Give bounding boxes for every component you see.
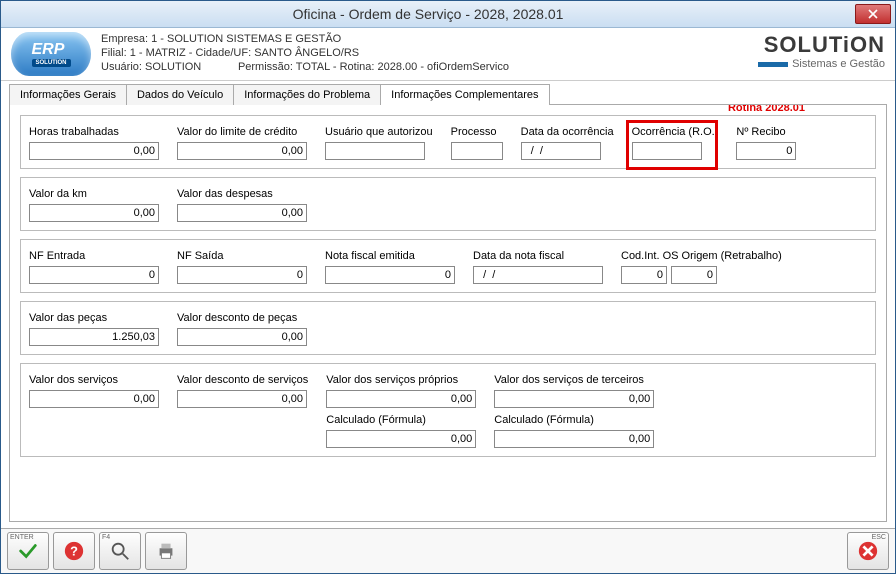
valor-servicos-input[interactable] (29, 390, 159, 408)
help-icon: ? (63, 540, 85, 562)
help-button[interactable]: ? (53, 532, 95, 570)
serv-terceiros-input[interactable] (494, 390, 654, 408)
close-button[interactable] (855, 4, 891, 24)
rotina-label: Rotina 2028.01 (728, 104, 805, 114)
n-recibo-input[interactable] (736, 142, 796, 160)
print-button[interactable] (145, 532, 187, 570)
valor-despesas-input[interactable] (177, 204, 307, 222)
cancel-icon (857, 540, 879, 562)
group-4: Valor das peças Valor desconto de peças (20, 301, 876, 355)
svg-text:?: ? (70, 544, 78, 559)
nf-emitida-input[interactable] (325, 266, 455, 284)
field-desconto-pecas: Valor desconto de peças (177, 312, 307, 346)
field-valor-pecas: Valor das peças (29, 312, 159, 346)
erp-logo: ERPSOLUTION (11, 32, 91, 76)
solution-logo: SOLUTiON Sistemas e Gestão (758, 32, 885, 70)
close-icon (868, 9, 878, 19)
brand-sub: Sistemas e Gestão (792, 58, 885, 70)
field-nf-emitida: Nota fiscal emitida (325, 250, 455, 284)
header: ERPSOLUTION Empresa: 1 - SOLUTION SISTEM… (1, 28, 895, 81)
tab-info-gerais[interactable]: Informações Gerais (9, 84, 127, 105)
field-data-ocorrencia: Data da ocorrência (521, 126, 614, 160)
window-title: Oficina - Ordem de Serviço - 2028, 2028.… (1, 6, 855, 22)
empresa-line: Empresa: 1 - SOLUTION SISTEMAS E GESTÃO (101, 32, 758, 46)
brand-big: SOLUTiON (758, 32, 885, 58)
group-3: NF Entrada NF Saída Nota fiscal emitida … (20, 239, 876, 293)
nf-saida-input[interactable] (177, 266, 307, 284)
enter-button[interactable]: ENTER (7, 532, 49, 570)
valor-km-input[interactable] (29, 204, 159, 222)
data-nf-input[interactable] (473, 266, 603, 284)
serv-proprios-input[interactable] (326, 390, 476, 408)
titlebar: Oficina - Ordem de Serviço - 2028, 2028.… (1, 1, 895, 28)
codint-os-1-input[interactable] (621, 266, 667, 284)
field-calc-2: Calculado (Fórmula) (494, 414, 654, 448)
field-valor-servicos: Valor dos serviços (29, 374, 159, 408)
limite-credito-input[interactable] (177, 142, 307, 160)
calc-2-input[interactable] (494, 430, 654, 448)
field-codint-os: Cod.Int. OS Origem (Retrabalho) (621, 250, 782, 284)
group-1: Rotina 2028.01 Horas trabalhadas Valor d… (20, 115, 876, 169)
processo-input[interactable] (451, 142, 503, 160)
ocorrencia-ro-input[interactable] (632, 142, 702, 160)
field-data-nf: Data da nota fiscal (473, 250, 603, 284)
check-icon (17, 540, 39, 562)
group-2: Valor da km Valor das despesas (20, 177, 876, 231)
field-processo: Processo (451, 126, 503, 160)
tab-info-problema[interactable]: Informações do Problema (233, 84, 381, 105)
nf-entrada-input[interactable] (29, 266, 159, 284)
filial-line: Filial: 1 - MATRIZ - Cidade/UF: SANTO ÂN… (101, 46, 758, 60)
tabstrip: Informações Gerais Dados do Veículo Info… (1, 83, 895, 104)
desconto-pecas-input[interactable] (177, 328, 307, 346)
usuario-line: Usuário: SOLUTION (101, 61, 201, 73)
user-autorizou-input[interactable] (325, 142, 425, 160)
field-serv-terceiros: Valor dos serviços de terceiros (494, 374, 654, 408)
field-desconto-servicos: Valor desconto de serviços (177, 374, 308, 408)
data-ocorrencia-input[interactable] (521, 142, 601, 160)
field-serv-proprios: Valor dos serviços próprios (326, 374, 476, 408)
search-icon (109, 540, 131, 562)
printer-icon (155, 540, 177, 562)
field-valor-km: Valor da km (29, 188, 159, 222)
bottombar: ENTER ? F4 ESC (1, 528, 895, 573)
codint-os-2-input[interactable] (671, 266, 717, 284)
header-info: Empresa: 1 - SOLUTION SISTEMAS E GESTÃO … (101, 32, 758, 74)
field-valor-despesas: Valor das despesas (177, 188, 307, 222)
esc-button[interactable]: ESC (847, 532, 889, 570)
field-user-autorizou: Usuário que autorizou (325, 126, 433, 160)
search-button[interactable]: F4 (99, 532, 141, 570)
group-5: Valor dos serviços Valor desconto de ser… (20, 363, 876, 457)
field-horas: Horas trabalhadas (29, 126, 159, 160)
calc-1-input[interactable] (326, 430, 476, 448)
app-window: Oficina - Ordem de Serviço - 2028, 2028.… (0, 0, 896, 574)
field-limite-credito: Valor do limite de crédito (177, 126, 307, 160)
tab-info-complementares[interactable]: Informações Complementares (380, 84, 549, 105)
field-nf-entrada: NF Entrada (29, 250, 159, 284)
field-nf-saida: NF Saída (177, 250, 307, 284)
field-n-recibo: Nº Recibo (736, 126, 796, 160)
horas-input[interactable] (29, 142, 159, 160)
desconto-servicos-input[interactable] (177, 390, 307, 408)
field-ocorrencia-ro: Ocorrência (R.O.) (632, 126, 719, 160)
permissao-line: Permissão: TOTAL - Rotina: 2028.00 - ofi… (238, 61, 509, 73)
field-calc-1: Calculado (Fórmula) (326, 414, 476, 448)
tab-panel: Rotina 2028.01 Horas trabalhadas Valor d… (9, 104, 887, 522)
tab-dados-veiculo[interactable]: Dados do Veículo (126, 84, 234, 105)
valor-pecas-input[interactable] (29, 328, 159, 346)
